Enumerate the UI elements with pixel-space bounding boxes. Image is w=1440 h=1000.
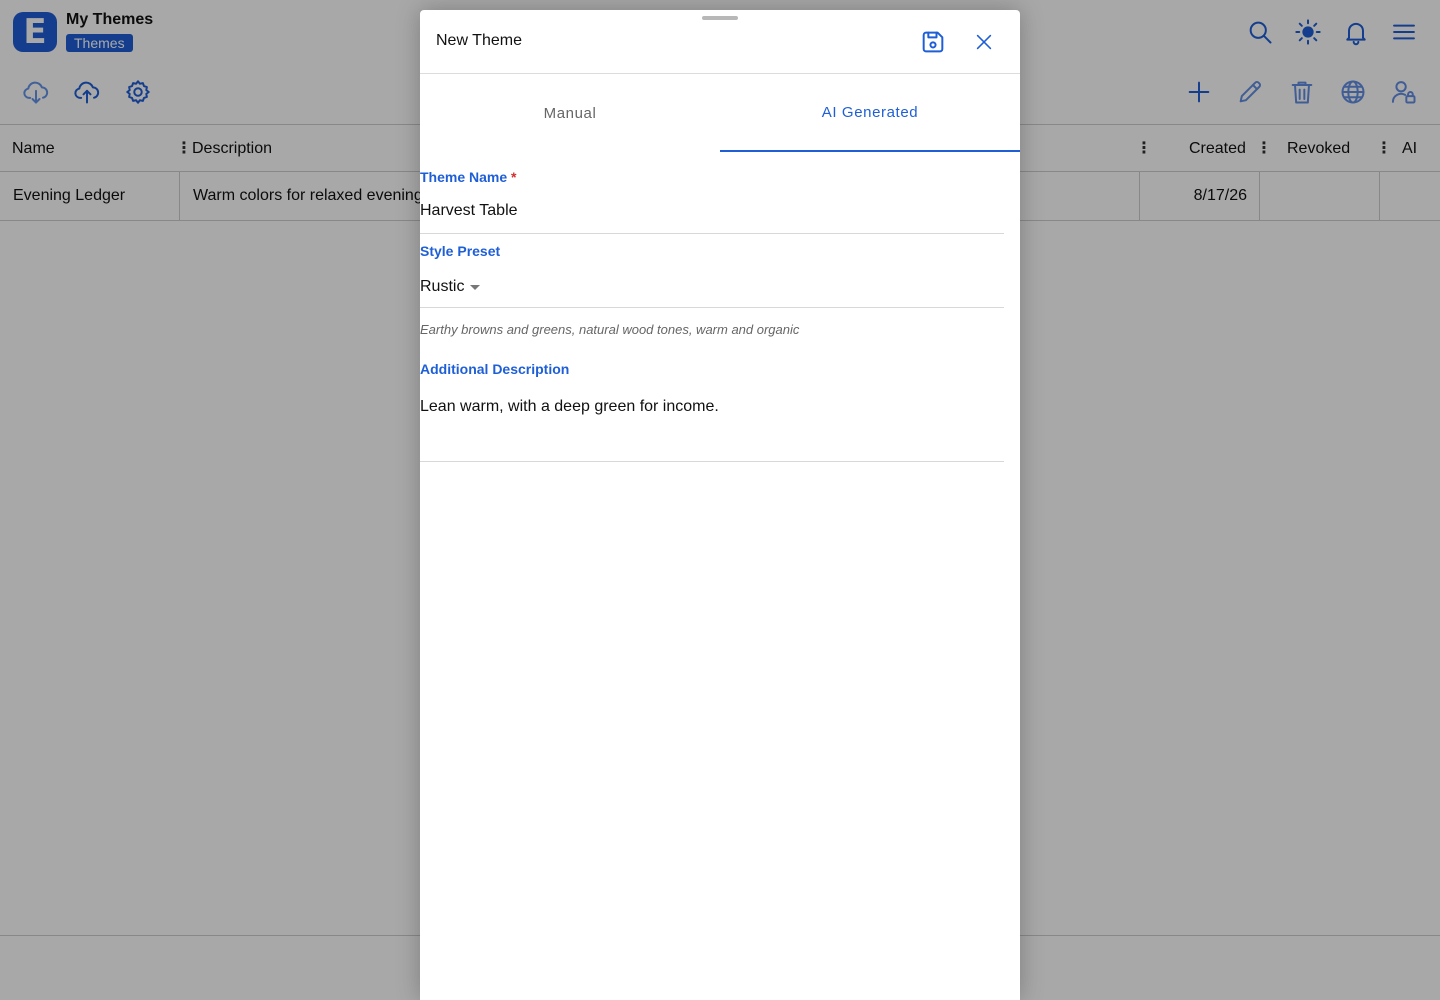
- dialog-title: New Theme: [436, 32, 522, 49]
- style-preset-underline: [420, 307, 1004, 308]
- tab-manual[interactable]: Manual: [420, 74, 720, 152]
- style-preset-select[interactable]: Rustic: [420, 276, 481, 298]
- new-theme-dialog: New Theme Manual AI Generated Theme Name…: [420, 10, 1020, 1000]
- additional-description-underline: [420, 461, 1004, 462]
- additional-description-label: Additional Description: [420, 361, 570, 377]
- theme-name-label: Theme Name *: [420, 169, 517, 185]
- theme-name-label-text: Theme Name: [420, 169, 508, 185]
- save-button[interactable]: [917, 26, 949, 58]
- close-icon: [976, 34, 992, 50]
- required-marker: *: [511, 169, 517, 185]
- style-preset-value: Rustic: [420, 278, 465, 295]
- additional-description-textarea[interactable]: Lean warm, with a deep green for income.: [420, 398, 1004, 416]
- floppy-disk-icon: [922, 31, 944, 53]
- app-root: E My Themes Themes Name ⋮ Description ⋮ …: [0, 0, 1440, 1000]
- dropdown-caret-icon: [470, 284, 481, 290]
- theme-name-underline: [420, 233, 1004, 234]
- close-button[interactable]: [968, 26, 1000, 58]
- style-preset-hint: Earthy browns and greens, natural wood t…: [420, 322, 800, 337]
- tab-ai-generated[interactable]: AI Generated: [720, 74, 1020, 152]
- theme-name-input[interactable]: Harvest Table: [420, 202, 1004, 226]
- drag-handle[interactable]: [702, 16, 738, 20]
- style-preset-label: Style Preset: [420, 243, 501, 259]
